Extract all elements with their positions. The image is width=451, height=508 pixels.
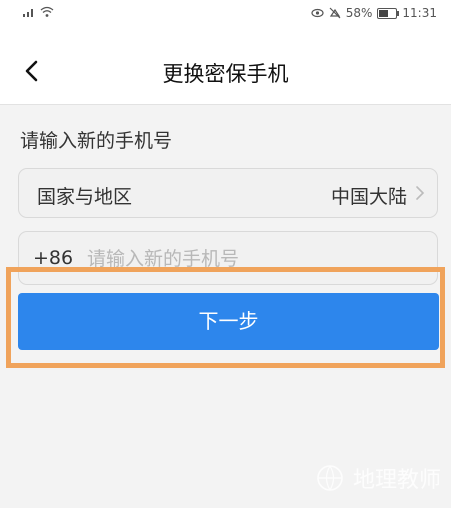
section-label: 请输入新的手机号 xyxy=(20,130,173,152)
status-time: 11:31 xyxy=(402,6,437,20)
region-label: 国家与地区 xyxy=(37,186,133,208)
battery-icon xyxy=(377,7,400,19)
signal-icon xyxy=(23,9,33,17)
status-left xyxy=(22,6,54,18)
region-selector[interactable]: 国家与地区 中国大陆 xyxy=(18,168,438,218)
eye-icon xyxy=(311,8,324,18)
wifi-icon xyxy=(40,6,54,17)
globe-icon xyxy=(317,465,343,491)
nav-header: 更换密保手机 xyxy=(0,28,451,105)
status-right: 58% 11:31 xyxy=(311,6,437,20)
country-code[interactable]: +86 xyxy=(33,247,73,269)
status-bar: 58% 11:31 xyxy=(0,0,451,28)
battery-percent: 58% xyxy=(345,6,373,20)
next-button[interactable]: 下一步 xyxy=(18,293,439,350)
page-title: 更换密保手机 xyxy=(162,62,289,86)
mute-icon xyxy=(329,7,341,19)
battery-fill xyxy=(379,9,389,17)
watermark: 地理教师 xyxy=(315,462,441,494)
chevron-right-icon xyxy=(416,186,425,200)
region-value: 中国大陆 xyxy=(330,186,407,208)
watermark-text: 地理教师 xyxy=(352,468,441,493)
